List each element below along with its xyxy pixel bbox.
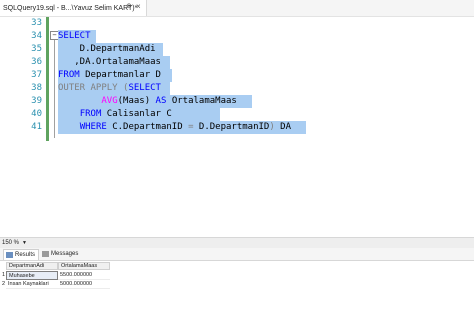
code-line: OUTER APPLY (SELECT	[58, 82, 161, 95]
table-cell[interactable]: Muhasebe	[6, 271, 58, 280]
code-line: FROM Calisanlar C	[58, 108, 172, 121]
code-line: D.DepartmanAdi	[58, 43, 156, 56]
table-cell[interactable]: 5000.000000	[58, 280, 110, 289]
tab-results[interactable]: Results	[3, 249, 39, 260]
line-number: 37	[31, 70, 42, 80]
message-icon	[42, 251, 49, 257]
document-tab-bar: SQLQuery19.sql - B...\Yavuz Selim KART)*…	[0, 0, 474, 17]
code-text: ,DA.OrtalamaMaas	[58, 57, 161, 67]
table-cell[interactable]: Insan Kaynaklari	[6, 280, 58, 289]
keyword-outer-apply: OUTER APPLY	[58, 83, 118, 93]
code-line: FROM Departmanlar D	[58, 69, 161, 82]
code-line: AVG(Maas) AS OrtalamaMaas	[58, 95, 237, 108]
line-number: 36	[31, 57, 42, 67]
keyword-from: FROM	[58, 70, 80, 80]
column-header[interactable]: DepartmanAdi	[6, 262, 58, 270]
grid-icon	[6, 252, 13, 258]
table-cell[interactable]: 5500.000000	[58, 271, 110, 280]
line-number: 40	[31, 109, 42, 119]
line-number: 38	[31, 83, 42, 93]
tab-results-label: Results	[15, 252, 36, 258]
line-number: 33	[31, 18, 42, 28]
chevron-down-icon: ▼	[22, 239, 27, 246]
code-text: D.DepartmanID	[193, 122, 270, 132]
line-number: 41	[31, 122, 42, 132]
code-text: (Maas)	[117, 96, 151, 106]
keyword-as: AS	[150, 96, 167, 106]
keyword-select: SELECT	[128, 83, 161, 93]
query-tab-title: SQLQuery19.sql - B...\Yavuz Selim KART)*	[3, 4, 138, 12]
keyword-from: FROM	[79, 109, 102, 119]
code-text: D.DepartmanAdi	[58, 44, 156, 54]
sql-editor[interactable]: 33 34 35 36 37 38 39 40 41 − SELECT D.De…	[0, 17, 474, 237]
line-number: 35	[31, 44, 42, 54]
code-text: C.DepartmanID	[106, 122, 189, 132]
code-text: OrtalamaMaas	[166, 96, 237, 106]
keyword-select: SELECT	[58, 31, 91, 41]
code-text: Departmanlar D	[79, 70, 161, 80]
tab-messages[interactable]: Messages	[40, 249, 82, 259]
code-line: WHERE C.DepartmanID = D.DepartmanID) DA	[58, 121, 291, 134]
code-text: Calisanlar C	[101, 109, 172, 119]
function-avg: AVG	[101, 96, 118, 106]
results-tab-bar: Results Messages	[0, 248, 474, 261]
pin-icon[interactable]: ⊕	[126, 2, 132, 10]
zoom-value: 150 %	[2, 239, 20, 246]
line-number: 39	[31, 96, 42, 106]
keyword-where: WHERE	[79, 122, 107, 132]
change-indicator-bar	[46, 17, 49, 141]
code-text: DA	[274, 122, 292, 132]
query-tab[interactable]: SQLQuery19.sql - B...\Yavuz Selim KART)*…	[0, 0, 147, 16]
close-icon[interactable]: ×	[136, 2, 141, 11]
column-header[interactable]: OrtalamaMaas	[58, 262, 110, 270]
tab-messages-label: Messages	[51, 251, 79, 257]
code-line: ,DA.OrtalamaMaas	[58, 56, 161, 69]
line-number: 34	[31, 31, 42, 41]
code-paren: (	[117, 83, 129, 93]
fold-guide-line	[54, 40, 55, 138]
code-line: SELECT	[58, 30, 91, 43]
zoom-dropdown[interactable]: 150 % ▼	[0, 238, 27, 247]
results-grid: DepartmanAdi OrtalamaMaas 1 Muhasebe 550…	[0, 261, 474, 328]
